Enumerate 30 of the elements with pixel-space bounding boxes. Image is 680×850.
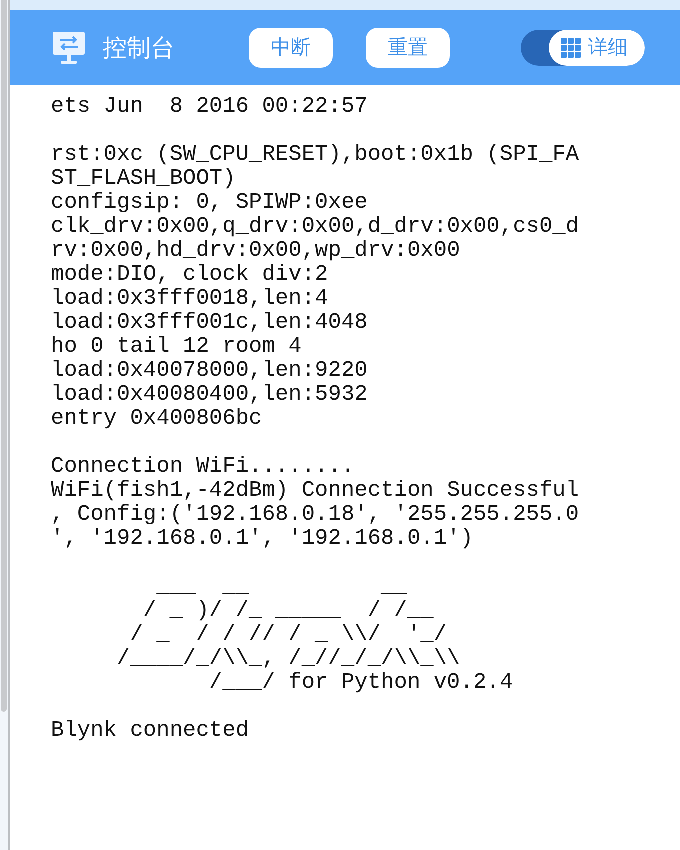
- console-line: load:0x40078000,len:9220: [51, 359, 368, 383]
- scrollbar-thumb[interactable]: [1, 0, 7, 712]
- grid-icon: [561, 38, 581, 58]
- console-line: ___ __ __: [156, 575, 408, 599]
- header-button[interactable]: 中断: [249, 28, 333, 68]
- console-line: , Config:('192.168.0.18', '255.255.255.0: [51, 503, 580, 527]
- console-line: / _ / / // / _ \\/ '_/: [130, 623, 448, 647]
- console-line: / _ )/ /_ _____ / /__: [143, 599, 434, 623]
- header-title: 控制台: [103, 32, 175, 64]
- console-line: /____/_/\\_, /_//_/_/\\_\\: [117, 647, 460, 671]
- console-line: load:0x3fff001c,len:4048: [51, 311, 368, 335]
- console-line: ', '192.168.0.1', '192.168.0.1'): [51, 527, 474, 551]
- console-line: ST_FLASH_BOOT): [51, 167, 236, 191]
- console-line: mode:DIO, clock div:2: [51, 263, 328, 287]
- console-line: ets Jun 8 2016 00:22:57: [51, 95, 368, 119]
- console-line: Connection WiFi........: [51, 455, 355, 479]
- console-line: rv:0x00,hd_drv:0x00,wp_drv:0x00: [51, 239, 460, 263]
- console-line: ho 0 tail 12 room 4: [51, 335, 302, 359]
- console-line: entry 0x400806bc: [51, 407, 262, 431]
- console-line: load:0x40080400,len:5932: [51, 383, 368, 407]
- console-line: Blynk connected: [51, 719, 250, 743]
- console-line: /___/ for Python v0.2.4: [209, 671, 514, 695]
- console-line: WiFi(fish1,-42dBm) Connection Successful: [51, 479, 580, 503]
- console-line: clk_drv:0x00,q_drv:0x00,d_drv:0x00,cs0_d: [51, 215, 580, 239]
- console-line: load:0x3fff0018,len:4: [51, 287, 328, 311]
- console-line: rst:0xc (SW_CPU_RESET),boot:0x1b (SPI_FA: [51, 143, 580, 167]
- header-button[interactable]: 重置: [366, 28, 450, 68]
- monitor-icon: [52, 30, 86, 64]
- console-line: configsip: 0, SPIWP:0xee: [51, 191, 368, 215]
- detail-toggle[interactable]: 详细: [521, 30, 645, 66]
